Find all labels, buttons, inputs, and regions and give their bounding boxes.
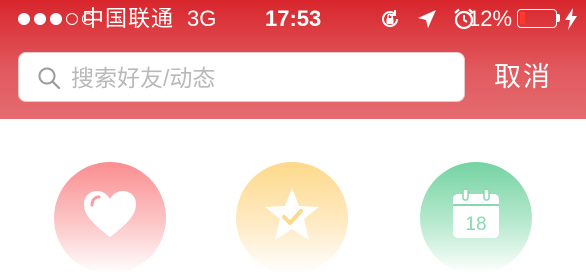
network-type: 3G — [187, 6, 217, 31]
signal-dot — [18, 13, 30, 25]
search-icon — [38, 67, 61, 90]
status-bar: 中国联通 3G 17:53 12% — [0, 0, 586, 38]
star-check-icon — [265, 188, 319, 240]
location-arrow-icon — [418, 10, 436, 28]
battery-tip — [557, 14, 560, 22]
signal-dot — [66, 13, 78, 25]
carrier-name: 中国联通 — [82, 6, 175, 31]
signal-dot — [34, 13, 46, 25]
charging-bolt-icon — [565, 8, 577, 30]
feature-button-calendar[interactable]: 18 — [420, 162, 532, 274]
search-input[interactable] — [69, 53, 453, 103]
signal-dot — [50, 13, 62, 25]
calendar-day: 18 — [465, 214, 486, 235]
search-bar[interactable] — [18, 52, 465, 103]
feature-button-star[interactable] — [236, 162, 348, 274]
calendar-icon: 18 — [453, 188, 499, 238]
heart-icon — [84, 191, 136, 237]
cancel-button[interactable]: 取消 — [494, 55, 552, 99]
header: 中国联通 3G 17:53 12% 搜索好友/动态 取消 — [0, 0, 586, 119]
battery-level — [520, 12, 525, 24]
orientation-lock-icon — [382, 10, 399, 28]
battery-icon — [517, 9, 557, 28]
feature-button-heart[interactable] — [54, 162, 166, 274]
clock: 17:53 — [265, 6, 322, 31]
battery-percentage: 12% — [468, 6, 513, 31]
